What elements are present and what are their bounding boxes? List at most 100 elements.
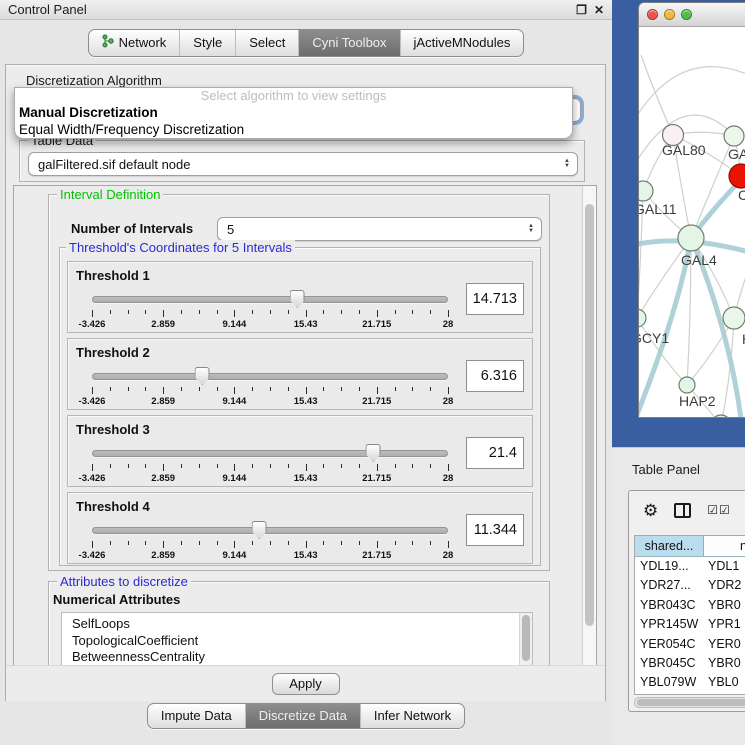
attributes-list-scrollbar[interactable] — [519, 613, 532, 667]
threshold-value-field[interactable]: 21.4 — [466, 437, 524, 469]
numerical-attributes-list[interactable]: SelfLoopsTopologicalCoefficientBetweenne… — [61, 612, 533, 667]
slider-tick — [217, 310, 218, 314]
cell-shared-name: YPR145W — [635, 615, 704, 634]
cell-shared-name: YBL079W — [635, 673, 704, 692]
network-node-gal11[interactable] — [639, 181, 653, 201]
table-horizontal-scrollbar[interactable] — [634, 697, 745, 708]
minimize-traffic-light-icon[interactable] — [664, 9, 675, 20]
slider-handle[interactable] — [366, 444, 381, 462]
threshold-value-field[interactable]: 6.316 — [466, 360, 524, 392]
slider-tick — [92, 310, 93, 317]
bottom-tab-strip: Impute Data Discretize Data Infer Network — [0, 703, 612, 729]
tab-label: Discretize Data — [259, 708, 347, 723]
cell-name: YER0 — [704, 635, 745, 654]
network-node-gal4[interactable] — [678, 225, 704, 251]
tab-style[interactable]: Style — [179, 30, 235, 56]
slider-tick — [252, 464, 253, 468]
slider-tick — [341, 387, 342, 391]
attributes-group: Attributes to discretize Numerical Attri… — [48, 581, 550, 667]
apply-button[interactable]: Apply — [272, 673, 340, 695]
network-node-hap2[interactable] — [679, 377, 695, 393]
slider-handle[interactable] — [252, 521, 267, 539]
table-row[interactable]: YBL079WYBL0 — [635, 673, 745, 692]
network-node-label: HAP2 — [679, 393, 716, 409]
slider-tick — [128, 464, 129, 468]
cell-name: YPR1 — [704, 615, 745, 634]
attribute-item[interactable]: SelfLoops — [62, 613, 532, 633]
close-traffic-light-icon[interactable] — [647, 9, 658, 20]
table-row[interactable]: YDR27...YDR2 — [635, 576, 745, 595]
table-row[interactable]: YER054CYER0 — [635, 635, 745, 654]
threshold-slider-1[interactable]: -3.4262.8599.14415.4321.71528 — [92, 290, 448, 332]
tab-label: Select — [249, 35, 285, 50]
table-row[interactable]: YBR045CYBR0 — [635, 654, 745, 673]
cell-shared-name: YBR043C — [635, 596, 704, 615]
algorithm-option-equal-width-frequency-discretization[interactable]: Equal Width/Frequency Discretization — [15, 121, 572, 138]
number-of-intervals-combobox[interactable]: 5 ▲▼ — [217, 217, 542, 241]
slider-tick — [412, 464, 413, 468]
tab-label: jActiveMNodules — [414, 35, 511, 50]
network-node-gcy1[interactable] — [639, 309, 646, 327]
column-header-shared-name[interactable]: shared... — [635, 536, 704, 556]
network-edge[interactable] — [639, 115, 734, 167]
network-edge[interactable] — [641, 55, 673, 135]
network-canvas[interactable]: GAL80GACGAL11GAL4GCY1HHAP2 — [639, 27, 745, 417]
slider-tick — [252, 387, 253, 391]
viewport-scrollbar[interactable] — [582, 186, 596, 666]
threshold-slider-2[interactable]: -3.4262.8599.14415.4321.71528 — [92, 367, 448, 409]
slider-tick — [306, 310, 307, 317]
network-node-ga[interactable] — [724, 126, 744, 146]
slider-handle[interactable] — [195, 367, 210, 385]
network-node-c[interactable] — [729, 164, 745, 188]
table-row[interactable]: YBR043CYBR0 — [635, 596, 745, 615]
slider-tick — [377, 541, 378, 548]
algorithm-option-manual-discretization[interactable]: Manual Discretization — [15, 104, 572, 121]
tab-select[interactable]: Select — [235, 30, 298, 56]
select-columns-checkboxes-icon[interactable]: ☑☑ — [707, 503, 731, 517]
slider-handle[interactable] — [290, 290, 305, 308]
bottom-tab-group: Impute Data Discretize Data Infer Network — [147, 703, 465, 729]
network-window-titlebar[interactable] — [639, 3, 745, 27]
cell-name: YBL0 — [704, 673, 745, 692]
table-row[interactable]: YDL19...YDL1 — [635, 557, 745, 576]
slider-tick — [377, 464, 378, 471]
tab-network[interactable]: Network — [89, 30, 180, 56]
slider-tick-label: 21.715 — [362, 550, 391, 561]
columns-icon[interactable] — [674, 503, 691, 518]
table-data-combobox[interactable]: galFiltered.sif default node ▲▼ — [28, 152, 578, 176]
tab-jactivemnodules[interactable]: jActiveMNodules — [400, 30, 524, 56]
threshold-slider-3[interactable]: -3.4262.8599.14415.4321.71528 — [92, 444, 448, 486]
tab-impute-data[interactable]: Impute Data — [148, 704, 245, 728]
slider-tick-label: 9.144 — [223, 319, 247, 330]
column-header-name[interactable]: n — [704, 536, 745, 556]
slider-tick — [163, 541, 164, 548]
slider-tick — [395, 541, 396, 545]
gear-icon[interactable]: ⚙ — [643, 502, 658, 519]
table-row[interactable]: YPR145WYPR1 — [635, 615, 745, 634]
table-row[interactable]: YLR345WYLR3 — [635, 693, 745, 695]
threshold-value-field[interactable]: 14.713 — [466, 283, 524, 315]
network-node-h[interactable] — [723, 307, 745, 329]
threshold-value-field[interactable]: 11.344 — [466, 514, 524, 546]
tab-discretize-data[interactable]: Discretize Data — [245, 704, 360, 728]
tab-infer-network[interactable]: Infer Network — [360, 704, 464, 728]
cell-shared-name: YBR045C — [635, 654, 704, 673]
combo-stepper-icon: ▲▼ — [528, 218, 534, 240]
tab-label: Impute Data — [161, 708, 232, 723]
node-table-header[interactable]: shared... n — [635, 536, 745, 557]
float-window-icon[interactable]: ❐ — [576, 4, 587, 16]
screen: { "control_panel": { "title": "Control P… — [0, 0, 745, 745]
interval-definition-label: Interval Definition — [57, 187, 163, 202]
network-edge[interactable] — [639, 67, 745, 122]
slider-tick-label: -3.426 — [79, 473, 106, 484]
tab-cyni-toolbox[interactable]: Cyni Toolbox — [298, 30, 399, 56]
network-view-window[interactable]: GAL80GACGAL11GAL4GCY1HHAP2 — [638, 2, 745, 418]
slider-tick — [306, 387, 307, 394]
close-icon[interactable]: ✕ — [594, 4, 604, 16]
threshold-slider-4[interactable]: -3.4262.8599.14415.4321.71528 — [92, 521, 448, 563]
slider-tick — [341, 464, 342, 468]
zoom-traffic-light-icon[interactable] — [681, 9, 692, 20]
attribute-item[interactable]: BetweennessCentrality — [62, 649, 532, 666]
attribute-item[interactable]: TopologicalCoefficient — [62, 633, 532, 650]
cell-shared-name: YDL19... — [635, 557, 704, 576]
